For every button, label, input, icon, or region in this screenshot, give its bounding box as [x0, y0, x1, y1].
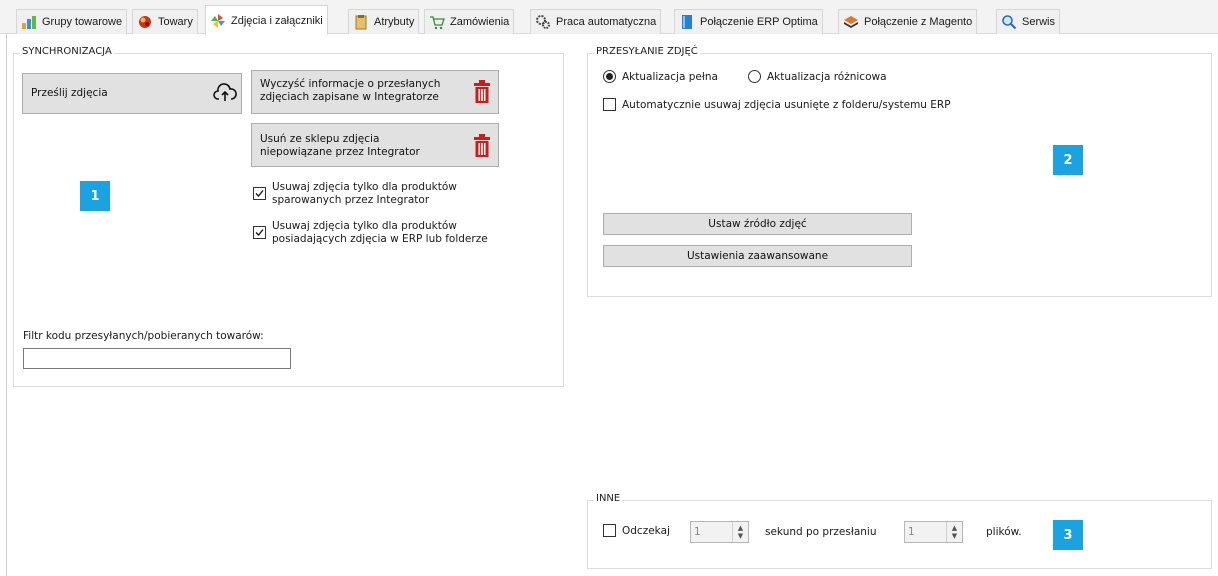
seconds-stepper[interactable]: 1 ▲ ▼ [690, 521, 749, 543]
advanced-settings-button[interactable]: Ustawienia zaawansowane [603, 245, 912, 267]
gears-icon [535, 14, 551, 30]
clear-uploaded-info-button[interactable]: Wyczyść informacje o przesłanych zdjęcia… [251, 70, 499, 114]
trash-icon [473, 80, 491, 107]
files-label: plików. [986, 526, 1022, 538]
tab-label: Zdjęcia i załączniki [231, 14, 323, 27]
tab-bar: Grupy towarowe Towary Zdjęcia i załączni… [0, 0, 1218, 35]
products-icon [137, 14, 153, 30]
clear-button-line2: zdjęciach zapisane w Integratorze [260, 91, 439, 103]
stepper-arrows-icon[interactable]: ▲ ▼ [946, 522, 962, 542]
radio-full-label: Aktualizacja pełna [622, 70, 718, 83]
check1-line1: Usuwaj zdjęcia tylko dla produktów [272, 181, 457, 193]
tab-label: Praca automatyczna [556, 16, 657, 28]
upload-photos-label: Prześlij zdjęcia [31, 87, 108, 99]
checkbox-box[interactable] [253, 226, 266, 239]
sync-group-title: SYNCHRONIZACJA [20, 46, 114, 57]
category-groups-icon [21, 14, 37, 30]
checkbox-box[interactable] [603, 98, 616, 111]
remove-button-line1: Usuń ze sklepu zdjęcia [260, 133, 380, 145]
filter-label: Filtr kodu przesyłanych/pobieranych towa… [23, 330, 264, 342]
tab-serwis[interactable]: Serwis [996, 9, 1061, 34]
radio-diff-update[interactable]: Aktualizacja różnicowa [748, 70, 887, 83]
book-icon [679, 14, 695, 30]
checkbox-box[interactable] [603, 524, 616, 537]
tab-zdjecia[interactable]: Zdjęcia i załączniki [205, 5, 328, 35]
tab-atrybuty[interactable]: Atrybuty [348, 9, 420, 34]
checkbox-box[interactable] [253, 187, 266, 200]
magento-icon [843, 14, 859, 30]
tab-praca-automatyczna[interactable]: Praca automatyczna [530, 9, 662, 34]
delete-only-with-erp-photos-checkbox[interactable]: Usuwaj zdjęcia tylko dla produktów posia… [253, 220, 488, 246]
cloud-upload-icon [213, 83, 237, 106]
cart-icon [429, 14, 445, 30]
check1-line2: sparowanych przez Integrator [272, 194, 430, 206]
tab-polaczenie-erp[interactable]: Połączenie ERP Optima [674, 9, 823, 34]
tab-label: Zamówienia [450, 16, 510, 28]
filter-input[interactable] [23, 348, 291, 369]
files-stepper[interactable]: 1 ▲ ▼ [904, 521, 963, 543]
check2-line1: Usuwaj zdjęcia tylko dla produktów [272, 220, 457, 232]
tab-label: Serwis [1022, 16, 1056, 28]
trash-icon [473, 134, 491, 161]
auto-remove-label: Automatycznie usuwaj zdjęcia usunięte z … [622, 98, 951, 111]
tab-zamowienia[interactable]: Zamówienia [424, 9, 515, 34]
tab-grupy-towarowe[interactable]: Grupy towarowe [16, 9, 128, 34]
remove-unlinked-photos-button[interactable]: Usuń ze sklepu zdjęcia niepowiązane prze… [251, 123, 499, 167]
wait-label: Odczekaj [622, 524, 670, 537]
remove-button-line2: niepowiązane przez Integrator [260, 146, 420, 158]
attributes-icon [353, 14, 369, 30]
advanced-settings-label: Ustawienia zaawansowane [686, 250, 829, 262]
delete-only-paired-checkbox[interactable]: Usuwaj zdjęcia tylko dla produktów sparo… [253, 181, 457, 207]
radio-diff-label: Aktualizacja różnicowa [767, 70, 887, 83]
clear-button-line1: Wyczyść informacje o przesłanych [260, 78, 441, 90]
after-upload-label: sekund po przesłaniu [765, 526, 877, 538]
callout-marker-1: 1 [80, 181, 110, 211]
radio-button[interactable] [603, 70, 616, 83]
tab-towary[interactable]: Towary [132, 9, 198, 34]
radio-button[interactable] [748, 70, 761, 83]
tab-label: Połączenie ERP Optima [700, 16, 818, 28]
other-group-title: INNE [594, 493, 623, 504]
seconds-value: 1 [694, 526, 701, 538]
pinwheel-icon [210, 13, 226, 29]
check2-line2: posiadających zdjęcia w ERP lub folderze [272, 233, 488, 245]
other-group: INNE [587, 493, 1212, 569]
files-value: 1 [908, 526, 915, 538]
auto-remove-checkbox[interactable]: Automatycznie usuwaj zdjęcia usunięte z … [603, 98, 951, 111]
radio-full-update[interactable]: Aktualizacja pełna [603, 70, 718, 83]
tab-label: Atrybuty [374, 16, 415, 28]
tab-label: Grupy towarowe [42, 16, 123, 28]
magnifier-icon [1001, 14, 1017, 30]
set-photo-source-label: Ustaw źródło zdjęć [708, 218, 807, 230]
stepper-arrows-icon[interactable]: ▲ ▼ [732, 522, 748, 542]
tab-label: Towary [158, 16, 193, 28]
upload-group-title: PRZESYŁANIE ZDJĘĆ [594, 46, 700, 57]
upload-photos-button[interactable]: Prześlij zdjęcia [22, 73, 242, 114]
tab-label: Połączenie z Magento [864, 16, 973, 28]
set-photo-source-button[interactable]: Ustaw źródło zdjęć [603, 213, 912, 235]
wait-checkbox[interactable]: Odczekaj [603, 524, 670, 537]
callout-marker-3: 3 [1053, 520, 1083, 550]
tab-polaczenie-magento[interactable]: Połączenie z Magento [838, 9, 978, 34]
callout-marker-2: 2 [1053, 145, 1083, 175]
